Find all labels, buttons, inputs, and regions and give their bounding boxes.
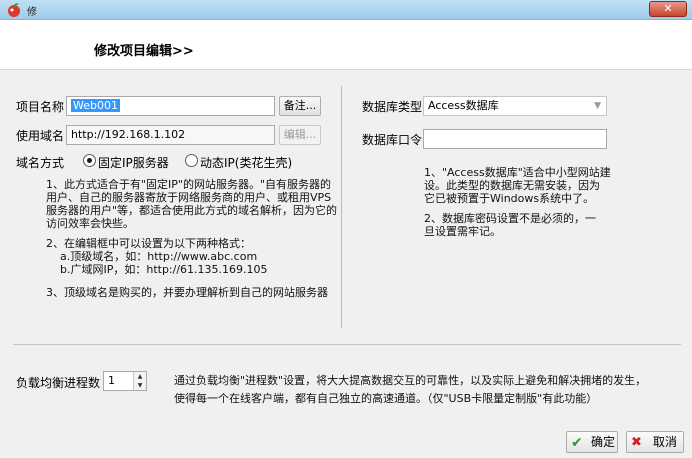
process-count-spinner[interactable]: 1 ▲ ▼ (103, 371, 147, 391)
app-icon (8, 3, 20, 17)
remark-button[interactable]: 备注... (279, 96, 321, 116)
radio-dynamic-ip[interactable] (185, 154, 198, 167)
column-divider (341, 86, 342, 328)
close-button[interactable]: ✕ (649, 1, 687, 17)
left-note-1: 1、此方式适合于有"固定IP"的网站服务器。"自有服务器的 用户、自己的服务器寄… (46, 178, 338, 230)
cancel-button-label: 取消 (653, 435, 678, 449)
domain-mode-label: 域名方式 (16, 156, 65, 170)
project-name-value: Web001 (71, 99, 120, 112)
checkmark-icon: ✔ (571, 435, 583, 451)
right-note-1: 1、"Access数据库"适合中小型网站建 设。此类型的数据库无需安装，因为 它… (424, 166, 611, 205)
load-balance-description: 通过负载均衡"进程数"设置，将大大提高数据交互的可靠性，以及实际上避免和解决拥堵… (174, 374, 647, 405)
ok-button-label: 确定 (591, 435, 616, 449)
radio-fixed-ip[interactable] (83, 154, 96, 167)
chevron-down-icon: ▼ (594, 101, 601, 111)
db-password-label: 数据库口令 (362, 133, 423, 147)
db-type-label: 数据库类型 (362, 100, 423, 114)
spinner-arrows[interactable]: ▲ ▼ (133, 372, 146, 390)
section-divider (13, 344, 681, 345)
page-title: 修改项目编辑>> (94, 44, 194, 59)
db-password-input[interactable] (423, 129, 607, 149)
spin-up-icon[interactable]: ▲ (134, 372, 146, 381)
project-name-label: 项目名称 (16, 100, 65, 114)
window-title: 修 (27, 7, 37, 18)
radio-fixed-ip-label: 固定IP服务器 (98, 156, 169, 170)
x-icon: ✖ (631, 435, 642, 450)
radio-dynamic-ip-label: 动态IP(类花生壳) (200, 156, 293, 170)
cancel-button[interactable]: ✖ 取消 (626, 431, 684, 453)
right-note-2: 2、数据库密码设置不是必须的，一 旦设置需牢记。 (424, 212, 596, 238)
title-bar: 修 ✕ (0, 0, 692, 20)
load-balance-label: 负载均衡进程数 (16, 376, 101, 390)
spin-down-icon[interactable]: ▼ (134, 381, 146, 390)
db-type-value: Access数据库 (428, 99, 499, 112)
domain-label: 使用域名 (16, 129, 65, 143)
project-name-input[interactable]: Web001 (66, 96, 275, 116)
edit-button[interactable]: 编辑... (279, 125, 321, 145)
ok-button[interactable]: ✔ 确定 (566, 431, 618, 453)
process-count-value: 1 (108, 374, 115, 387)
domain-input[interactable]: http://192.168.1.102 (66, 125, 275, 145)
close-icon: ✕ (663, 2, 673, 15)
left-note-3: 3、顶级域名是购买的，并要办理解析到自己的网站服务器 (46, 286, 328, 299)
db-type-select[interactable]: Access数据库 ▼ (423, 96, 607, 116)
left-note-2: 2、在编辑框中可以设置为以下两种格式： a.顶级域名，如：http://www.… (46, 237, 268, 276)
